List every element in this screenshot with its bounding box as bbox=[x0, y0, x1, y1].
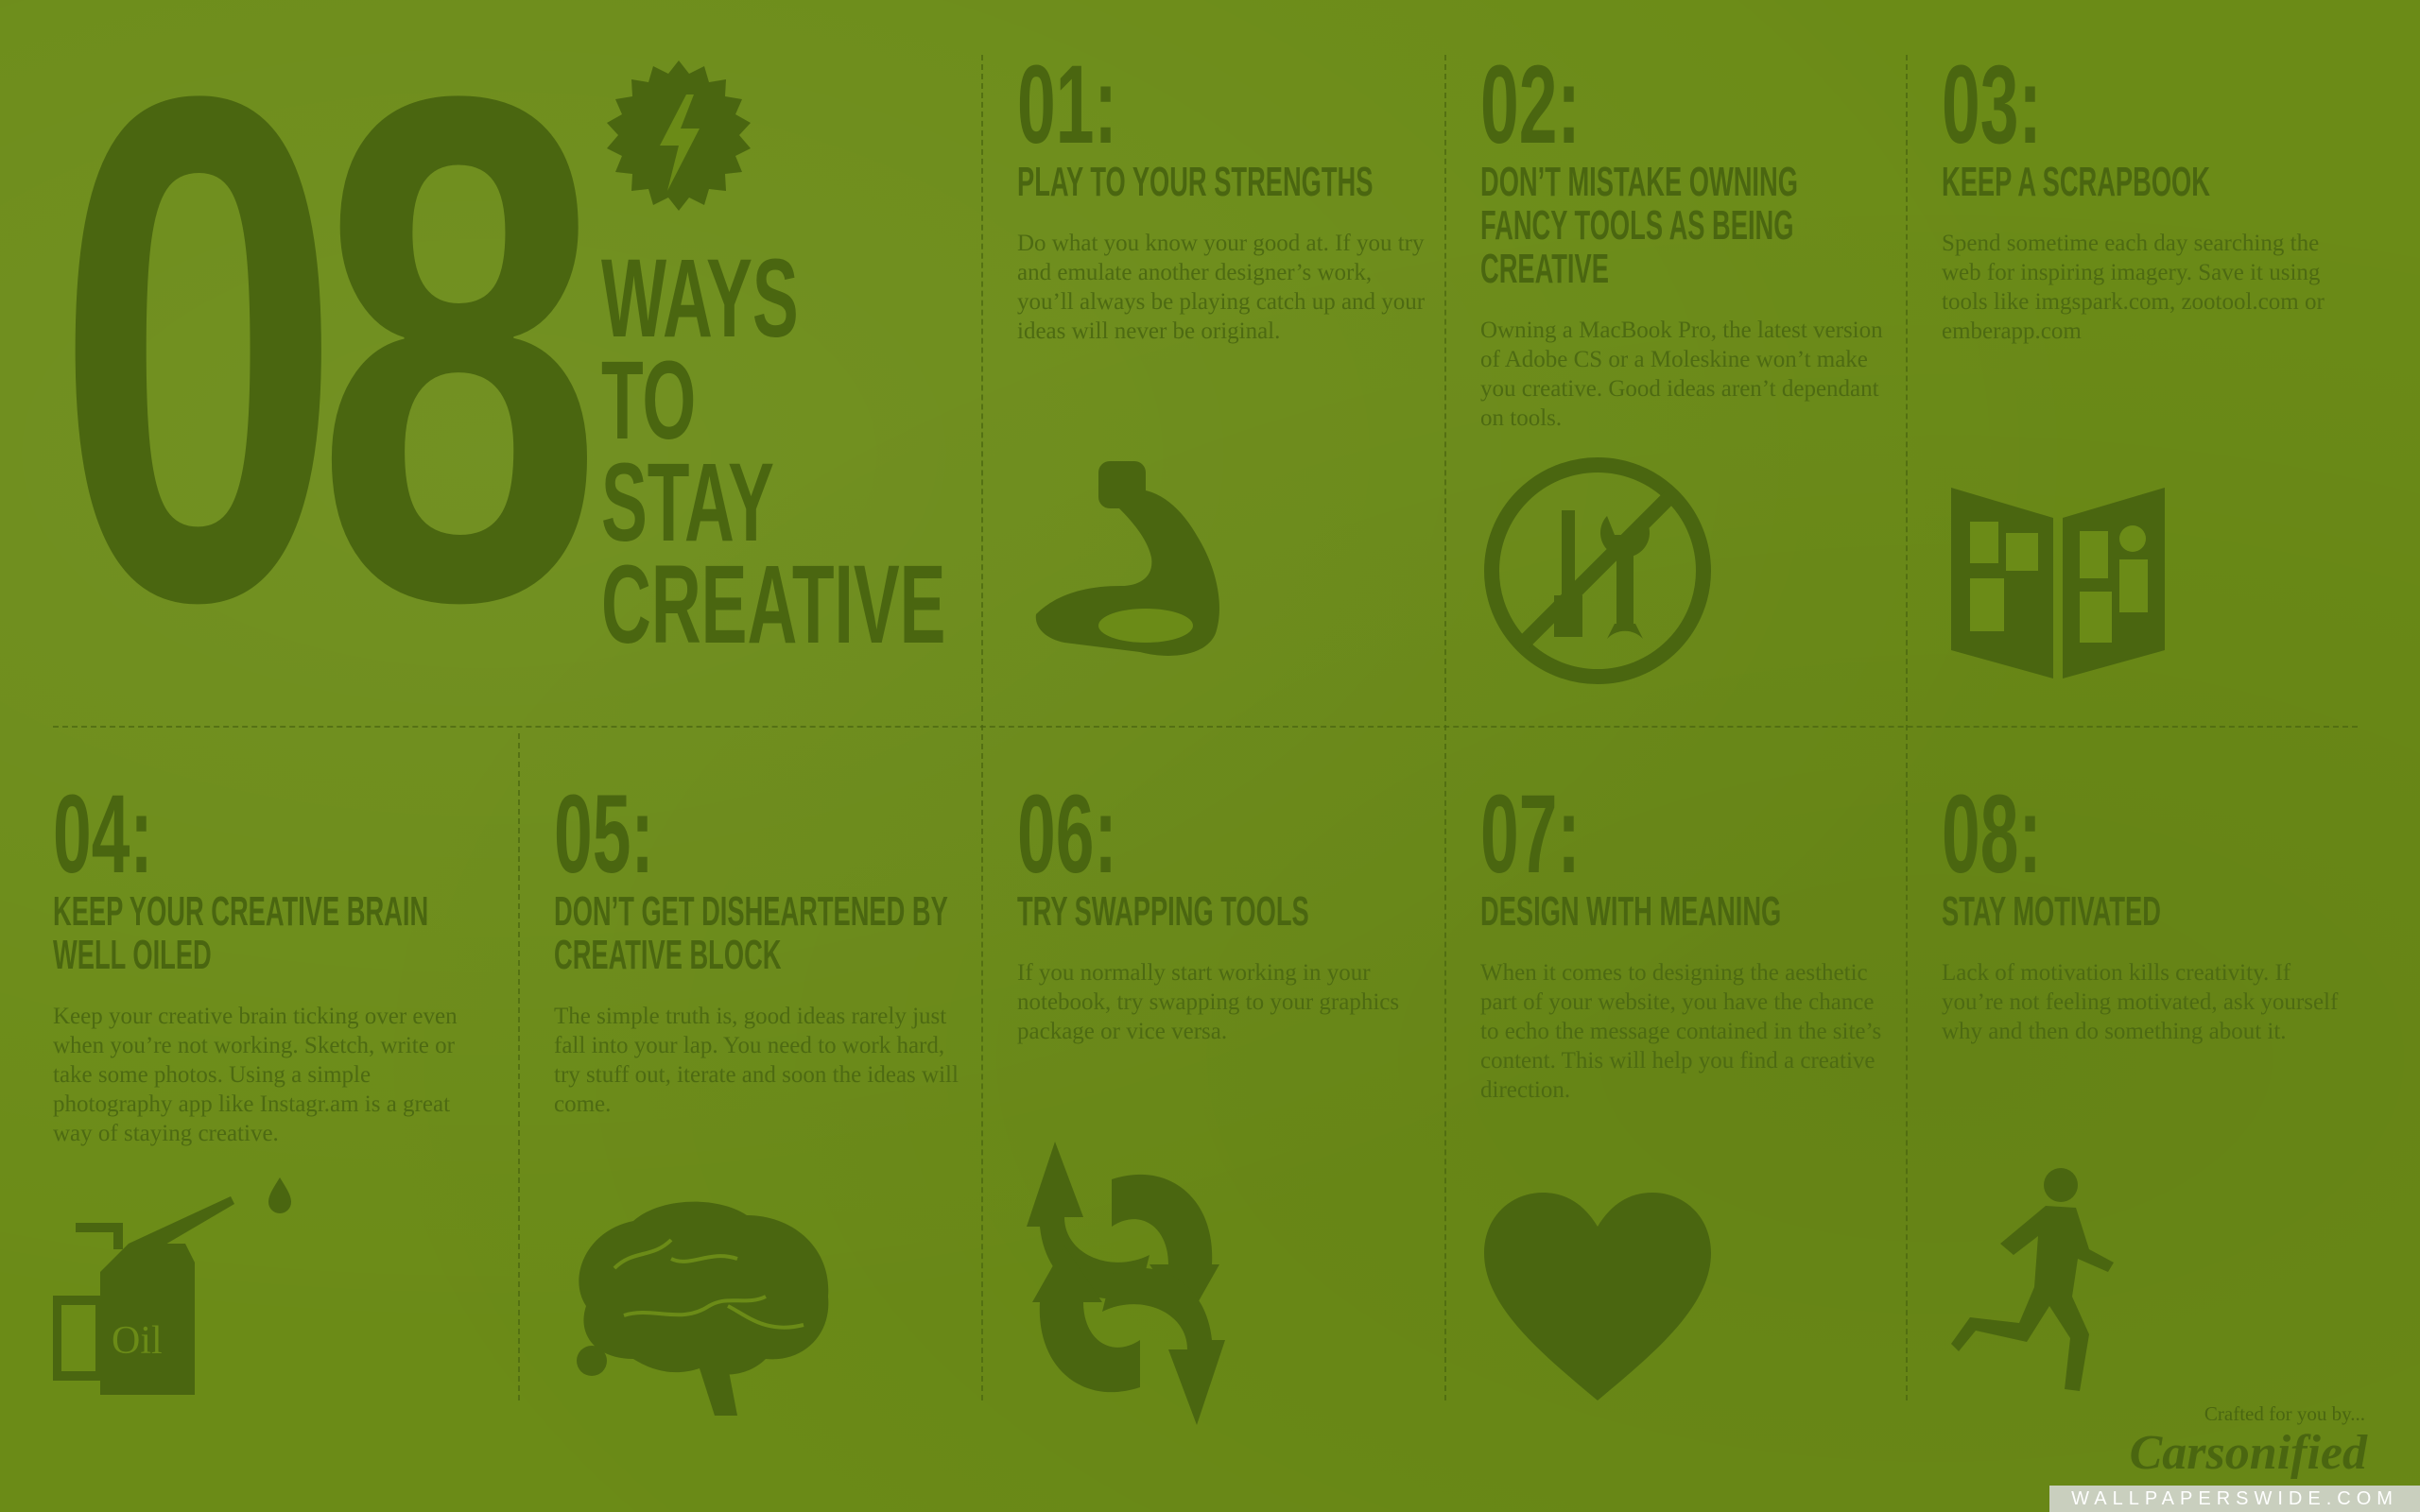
tip-body: If you normally start working in your no… bbox=[1017, 960, 1400, 1044]
tip-title: STAY MOTIVATED bbox=[1942, 888, 2161, 935]
tip-title: PLAY TO YOUR STRENGTHS bbox=[1017, 159, 1374, 205]
tip-number: 06: bbox=[1017, 772, 1117, 897]
tip-body: Lack of motivation kills creativity. If … bbox=[1942, 960, 2339, 1044]
tip-number: 07: bbox=[1480, 772, 1581, 897]
tip-body: Keep your creative brain ticking over ev… bbox=[53, 1004, 458, 1146]
tip-04: 04: KEEP YOUR CREATIVE BRAIN WELL OILED … bbox=[53, 772, 469, 1148]
tip-title: KEEP A SCRAPBOOK bbox=[1942, 159, 2210, 205]
divider bbox=[1444, 55, 1446, 1400]
lightning-badge-icon bbox=[607, 60, 751, 211]
tip-number: 08: bbox=[1942, 772, 2042, 897]
tip-title: KEEP YOUR CREATIVE BRAIN WELL OILED bbox=[53, 888, 429, 978]
tip-body: The simple truth is, good ideas rarely j… bbox=[554, 1004, 959, 1117]
watermark: WALLPAPERSWIDE.COM bbox=[2049, 1486, 2420, 1512]
tip-number: 02: bbox=[1480, 43, 1581, 167]
tip-number: 05: bbox=[554, 772, 654, 897]
tip-body: When it comes to designing the aesthetic… bbox=[1480, 960, 1882, 1103]
headline-word: TO bbox=[601, 338, 697, 463]
tip-body: Spend sometime each day searching the we… bbox=[1942, 231, 2325, 344]
tip-title: DESIGN WITH MEANING bbox=[1480, 888, 1782, 935]
tip-body: Owning a MacBook Pro, the latest version… bbox=[1480, 318, 1883, 431]
brain-icon bbox=[577, 1201, 829, 1416]
tip-01: 01: PLAY TO YOUR STRENGTHS Do what you k… bbox=[1017, 43, 1433, 346]
oil-can-label: Oil bbox=[112, 1319, 163, 1363]
flexed-arm-icon bbox=[1035, 461, 1219, 656]
headline-word: STAY bbox=[601, 440, 774, 565]
scrapbook-icon bbox=[1951, 488, 2165, 679]
tip-number: 01: bbox=[1017, 43, 1117, 167]
headline-word: CREATIVE bbox=[601, 542, 946, 667]
headline-word: WAYS bbox=[601, 236, 799, 361]
divider bbox=[518, 733, 520, 1400]
tip-body: Do what you know your good at. If you tr… bbox=[1017, 231, 1426, 344]
no-tools-icon bbox=[1484, 457, 1711, 684]
divider bbox=[1906, 55, 1908, 1400]
tip-08: 08: STAY MOTIVATED Lack of motivation ki… bbox=[1942, 772, 2358, 1046]
tip-05: 05: DON’T GET DISHEARTENED BY CREATIVE B… bbox=[554, 772, 970, 1119]
tip-number: 03: bbox=[1942, 43, 2042, 167]
oil-can-icon: Oil bbox=[53, 1177, 291, 1395]
headline: WAYS TO STAY CREATIVE bbox=[601, 236, 946, 667]
tip-title: DON’T MISTAKE OWNING FANCY TOOLS AS BEIN… bbox=[1480, 159, 1798, 292]
divider bbox=[53, 726, 2358, 728]
hero-number: 08 bbox=[55, 0, 603, 750]
tip-03: 03: KEEP A SCRAPBOOK Spend sometime each… bbox=[1942, 43, 2358, 346]
tip-title: DON’T GET DISHEARTENED BY CREATIVE BLOCK bbox=[554, 888, 948, 978]
tip-title: TRY SWAPPING TOOLS bbox=[1017, 888, 1309, 935]
swap-arrows-icon bbox=[1027, 1142, 1225, 1425]
heart-icon bbox=[1484, 1193, 1711, 1400]
credit-text: Crafted for you by... bbox=[2204, 1402, 2365, 1425]
runner-icon bbox=[1951, 1168, 2114, 1391]
carsonified-logo: Carsonified bbox=[2129, 1426, 2367, 1480]
tip-07: 07: DESIGN WITH MEANING When it comes to… bbox=[1480, 772, 1896, 1105]
tip-number: 04: bbox=[53, 772, 153, 897]
divider bbox=[981, 55, 983, 1400]
tip-06: 06: TRY SWAPPING TOOLS If you normally s… bbox=[1017, 772, 1433, 1046]
tip-02: 02: DON’T MISTAKE OWNING FANCY TOOLS AS … bbox=[1480, 43, 1896, 433]
